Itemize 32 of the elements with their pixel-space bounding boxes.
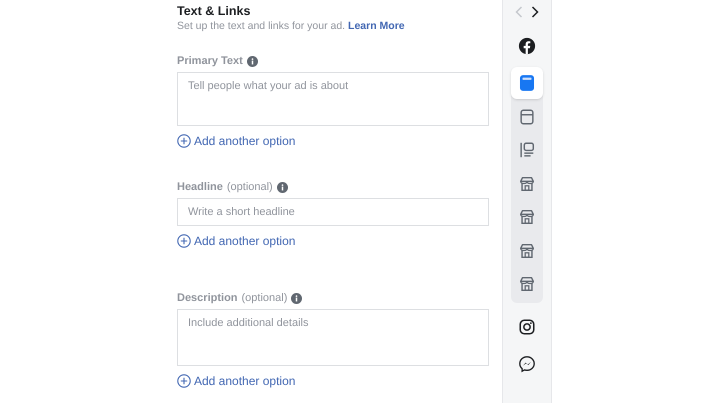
placement-tab[interactable]	[511, 67, 543, 99]
feed-post-icon	[518, 74, 536, 92]
field-label: Headline	[177, 180, 223, 195]
plus-circle-icon	[177, 374, 191, 388]
text-area[interactable]: Include additional details	[177, 309, 489, 366]
plus-circle-icon	[177, 134, 191, 148]
info-icon[interactable]	[276, 182, 288, 192]
facebook-icon	[518, 37, 536, 55]
storefront-icon	[518, 208, 536, 226]
field-label: Primary Text	[177, 54, 243, 69]
text-area[interactable]: Tell people what your ad is about	[177, 72, 489, 126]
section-title: Text & Links	[177, 4, 252, 19]
instagram-icon	[518, 318, 536, 336]
chevron-right-icon[interactable]	[531, 6, 539, 18]
field-label: Description	[177, 290, 238, 306]
optional-note: (optional)	[226, 180, 273, 195]
plus-circle-icon	[177, 234, 191, 248]
info-icon[interactable]	[246, 56, 258, 66]
storefront-icon	[518, 275, 536, 293]
storefront-icon	[518, 242, 536, 260]
messenger-icon	[518, 355, 536, 373]
add-option-button[interactable]: Add another option	[177, 133, 296, 149]
add-option-button[interactable]: Add another option	[177, 233, 296, 249]
info-icon[interactable]	[291, 292, 302, 304]
optional-note: (optional)	[242, 290, 288, 306]
input-field[interactable]: Write a short headline	[177, 198, 489, 226]
learn-more-link[interactable]: Learn More	[348, 20, 405, 32]
section-subtitle: Set up the text and links for your ad.	[177, 20, 346, 32]
story-icon	[518, 108, 536, 126]
column-layout-icon	[518, 141, 536, 159]
storefront-icon	[518, 174, 536, 192]
add-option-button[interactable]: Add another option	[177, 373, 296, 389]
